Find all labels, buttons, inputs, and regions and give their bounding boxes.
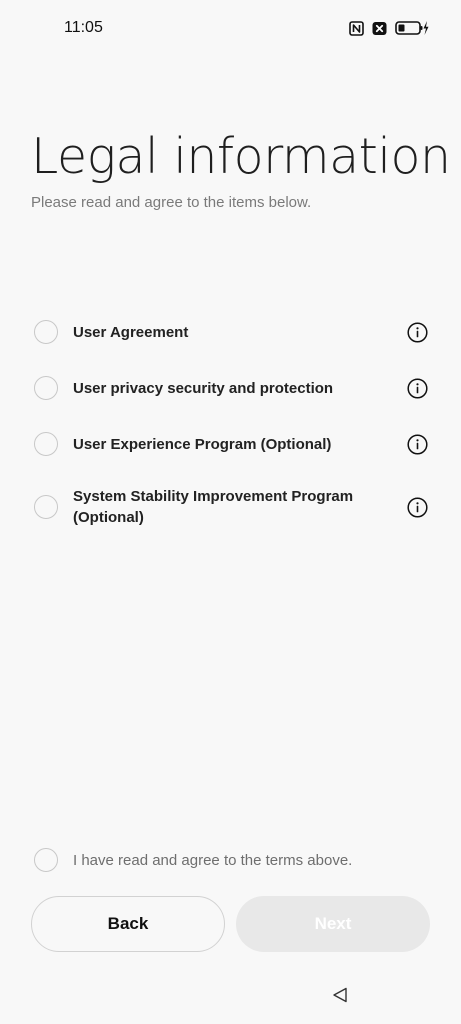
radio-button[interactable] — [34, 432, 58, 456]
consent-list: User Agreement User privacy security and… — [0, 304, 461, 542]
page-title: Legal information — [31, 128, 451, 185]
agree-all-label: I have read and agree to the terms above… — [73, 852, 353, 869]
mute-icon — [372, 21, 387, 35]
radio-button[interactable] — [34, 495, 58, 519]
status-icons — [349, 20, 429, 36]
back-button[interactable]: Back — [31, 896, 225, 952]
agree-all-row[interactable]: I have read and agree to the terms above… — [0, 847, 461, 875]
nfc-icon — [349, 20, 364, 36]
radio-button[interactable] — [34, 376, 58, 400]
next-button[interactable]: Next — [236, 896, 430, 952]
consent-item-user-agreement[interactable]: User Agreement — [0, 304, 461, 360]
consent-item-label: User privacy security and protection — [73, 379, 334, 397]
charging-icon — [423, 21, 429, 35]
consent-item-experience-program[interactable]: User Experience Program (Optional) — [0, 416, 461, 472]
info-icon[interactable] — [407, 496, 428, 518]
radio-button[interactable] — [34, 320, 58, 344]
page-subtitle: Please read and agree to the items below… — [31, 194, 312, 211]
consent-item-label: User Experience Program (Optional) — [73, 435, 332, 453]
consent-item-privacy[interactable]: User privacy security and protection — [0, 360, 461, 416]
info-icon[interactable] — [407, 321, 428, 343]
info-icon[interactable] — [407, 377, 428, 399]
battery-icon — [395, 21, 429, 35]
status-bar: 11:05 — [0, 0, 461, 58]
consent-item-label: System Stability Improvement Program (Op… — [73, 488, 354, 526]
consent-item-stability-program[interactable]: System Stability Improvement Program (Op… — [0, 472, 461, 542]
triangle-back-icon[interactable] — [331, 986, 349, 1004]
status-time: 11:05 — [64, 19, 103, 36]
info-icon[interactable] — [407, 433, 428, 455]
agree-all-radio[interactable] — [34, 848, 58, 872]
consent-item-label: User Agreement — [73, 323, 189, 341]
